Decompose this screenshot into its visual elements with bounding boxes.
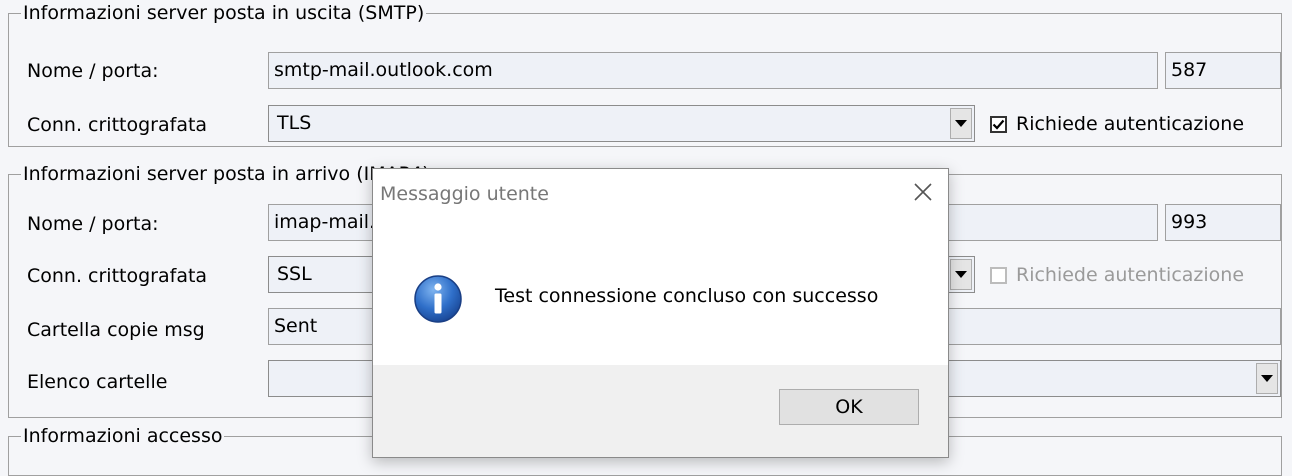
imap-name-port-label: Nome / porta: bbox=[27, 213, 159, 235]
chevron-down-icon[interactable] bbox=[950, 259, 972, 290]
ok-button[interactable]: OK bbox=[779, 389, 919, 425]
close-icon[interactable] bbox=[912, 181, 934, 203]
check-icon bbox=[992, 119, 1005, 130]
dialog-title: Messaggio utente bbox=[380, 183, 549, 205]
info-icon bbox=[414, 275, 462, 323]
imap-auth-label: Richiede autenticazione bbox=[1016, 264, 1245, 286]
imap-encryption-value: SSL bbox=[277, 263, 312, 285]
checkbox-box[interactable] bbox=[990, 266, 1007, 284]
message-dialog: Messaggio utente Test connessione conclu… bbox=[372, 168, 949, 458]
smtp-encryption-value: TLS bbox=[277, 112, 312, 134]
smtp-server-field[interactable]: smtp-mail.outlook.com bbox=[268, 52, 1158, 89]
smtp-auth-label: Richiede autenticazione bbox=[1016, 113, 1245, 135]
chevron-down-icon[interactable] bbox=[1256, 363, 1278, 394]
smtp-legend: Informazioni server posta in uscita (SMT… bbox=[21, 0, 427, 26]
imap-encryption-label: Conn. crittografata bbox=[27, 265, 208, 287]
smtp-name-port-label: Nome / porta: bbox=[27, 60, 159, 82]
chevron-down-icon[interactable] bbox=[950, 108, 972, 139]
imap-auth-checkbox[interactable]: Richiede autenticazione bbox=[990, 264, 1244, 286]
access-legend: Informazioni accesso bbox=[21, 423, 225, 449]
dialog-message: Test connessione concluso con successo bbox=[495, 285, 879, 307]
smtp-encryption-select[interactable]: TLS bbox=[268, 105, 975, 142]
sent-folder-label: Cartella copie msg bbox=[27, 319, 205, 341]
imap-port-field[interactable]: 993 bbox=[1165, 204, 1281, 241]
checkbox-box[interactable] bbox=[990, 115, 1007, 133]
smtp-encryption-label: Conn. crittografata bbox=[27, 114, 208, 136]
smtp-port-field[interactable]: 587 bbox=[1165, 52, 1281, 89]
smtp-auth-checkbox[interactable]: Richiede autenticazione bbox=[990, 113, 1244, 135]
folders-label: Elenco cartelle bbox=[27, 371, 168, 393]
imap-legend: Informazioni server posta in arrivo (IMA… bbox=[21, 161, 432, 187]
